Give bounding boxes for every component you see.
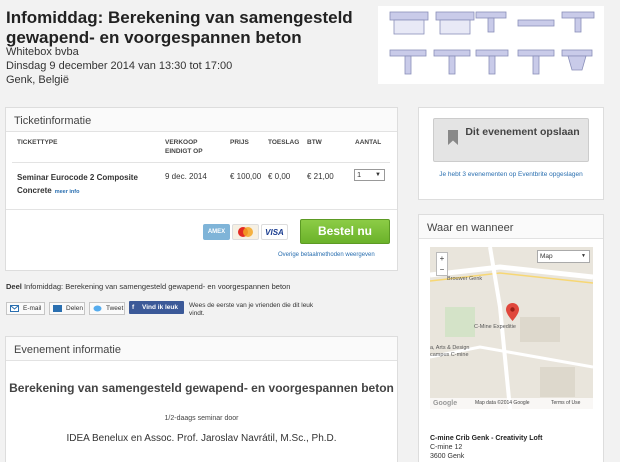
col-fee: TOESLAG	[268, 139, 300, 146]
col-price: PRIJS	[230, 139, 249, 146]
info-subtitle: 1/2-daags seminar door	[164, 415, 239, 422]
map-label-genk: Brouwer Genk	[447, 276, 483, 282]
zoom-control[interactable]: + −	[436, 252, 448, 276]
where-when-header: Waar en wanneer	[419, 215, 603, 239]
event-date: Dinsdag 9 december 2014 van 13:30 tot 17…	[6, 60, 233, 72]
venue-address: C-mine Crib Genk - Creativity Loft C-min…	[430, 434, 542, 461]
event-organizer[interactable]: Whitebox bvba	[6, 46, 79, 58]
event-info-header: Evenement informatie	[6, 337, 397, 361]
amex-card-icon: AMEX	[203, 224, 230, 240]
ticket-vat: € 21,00	[307, 172, 334, 181]
facebook-like-label: Vind ik leuk	[142, 304, 179, 311]
visa-card-icon: VISA	[261, 224, 288, 240]
email-icon	[10, 305, 19, 312]
order-now-button[interactable]: Bestel nu	[300, 219, 390, 244]
venue-city: 3600 Genk	[430, 453, 465, 460]
col-tickettype: TICKETTYPE	[17, 139, 58, 146]
map-type-value: Map	[540, 253, 553, 260]
zoom-out-icon[interactable]: −	[440, 265, 445, 274]
venue-street: C-mine 12	[430, 444, 463, 451]
email-share-button[interactable]: E-mail	[6, 302, 45, 315]
share-text: Infomiddag: Berekening van samengesteld …	[23, 282, 291, 291]
twitter-bird-icon	[93, 305, 102, 312]
ticket-row: Seminar Eurocode 2 Composite Concrete mee…	[17, 171, 157, 199]
divider	[12, 162, 390, 163]
event-title: Infomiddag: Berekening van samengesteld …	[6, 8, 353, 47]
facebook-like-text: Wees de eerste van je vrienden die dit l…	[189, 302, 314, 317]
share-button[interactable]: Delen	[49, 302, 85, 315]
map-pin-icon[interactable]	[506, 303, 519, 321]
col-qty: AANTAL	[355, 139, 382, 146]
dropdown-arrow-icon: ▼	[581, 253, 586, 259]
map-label-campus2: campus C-mine	[430, 352, 469, 358]
event-location: Genk, België	[6, 74, 69, 86]
google-logo: Google	[433, 400, 458, 407]
ticket-ends: 9 dec. 2014	[165, 172, 207, 181]
ticket-fee: € 0,00	[268, 172, 291, 181]
share-line: Deel Infomiddag: Berekening van samenges…	[6, 282, 290, 291]
tweet-button[interactable]: Tweet	[89, 302, 125, 315]
map-label-poi: C-Mine Expeditie	[474, 324, 516, 330]
mastercard-icon	[232, 224, 259, 240]
more-info-link[interactable]: meer info	[55, 189, 80, 195]
share-prefix: Deel	[6, 282, 22, 291]
venue-name: C-mine Crib Genk - Creativity Loft	[430, 435, 543, 442]
saved-events-link[interactable]: Je hebt 3 evenementen op Eventbrite opge…	[424, 170, 598, 179]
terms-link[interactable]: Terms of Use	[551, 398, 580, 409]
save-event-label: Dit evenement opslaan	[465, 126, 580, 138]
map-footer: Google Map data ©2014 Google Terms of Us…	[430, 398, 593, 409]
event-header: Infomiddag: Berekening van samengesteld …	[0, 0, 620, 93]
map-data-text: Map data ©2014 Google	[475, 400, 530, 406]
info-authors: IDEA Benelux en Assoc. Prof. Jaroslav Na…	[66, 433, 337, 444]
facebook-like-button[interactable]: f Vind ik leuk	[129, 301, 184, 314]
divider	[6, 209, 397, 210]
ticket-card-header: Ticketinformatie	[6, 108, 397, 132]
tweet-label: Tweet	[106, 305, 124, 312]
facebook-icon: f	[132, 304, 135, 311]
zoom-in-icon[interactable]: +	[440, 254, 445, 263]
map-label-campus: a, Arts & Design	[430, 345, 470, 351]
dropdown-arrow-icon: ▼	[375, 172, 381, 178]
col-vat: BTW	[307, 139, 322, 146]
other-payment-link[interactable]: Overige betaalmethoden weergeven	[278, 252, 375, 258]
email-label: E-mail	[23, 305, 42, 312]
share-label: Delen	[66, 305, 83, 312]
col-sale-ends: VERKOOP EINDIGT OP	[165, 139, 203, 155]
map-type-select[interactable]: Map ▼	[537, 250, 590, 263]
quantity-select[interactable]: 1 ▼	[354, 169, 385, 181]
quantity-value: 1	[357, 170, 362, 179]
share-icon	[53, 305, 62, 312]
ticket-price: € 100,00	[230, 172, 262, 181]
info-title: Berekening van samengesteld gewapend- en…	[9, 381, 394, 395]
event-logo-image	[378, 6, 604, 84]
